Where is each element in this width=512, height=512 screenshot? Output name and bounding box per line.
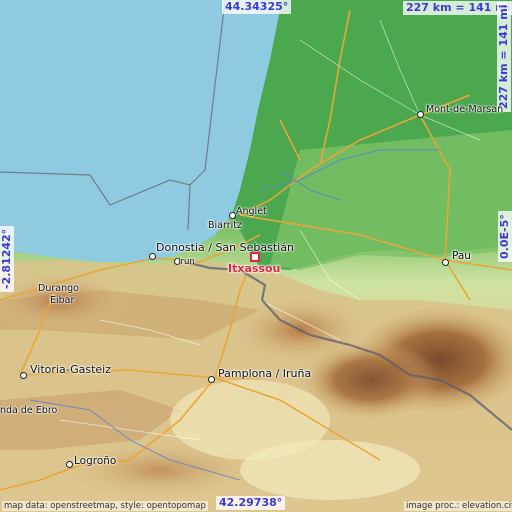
target-location-label: Itxassou: [228, 262, 281, 275]
coord-right-label: 0.0E-5°: [498, 211, 512, 262]
city-label-miranda: nda de Ebro: [0, 405, 58, 416]
target-location-marker[interactable]: [250, 252, 260, 262]
plain-b: [240, 440, 420, 500]
city-label-pamplona: Pamplona / Iruña: [218, 367, 312, 380]
city-label-irun: Irun: [178, 257, 195, 267]
city-marker-logrono: [66, 461, 73, 468]
attribution-map-data: map data: openstreetmap, style: opentopo…: [2, 501, 208, 511]
scale-vertical-label: 227 km = 141 mi: [497, 1, 511, 112]
city-label-donostia: Donostia / San Sebastián: [156, 241, 294, 254]
map-canvas[interactable]: 44.34325° 42.29738° -2.81242° 0.0E-5° 22…: [0, 0, 512, 512]
city-marker-mont-de-marsan: [417, 111, 424, 118]
attribution-image-proc: image proc.: elevation.city: [404, 501, 512, 511]
city-label-eibar: Eibar: [50, 295, 75, 306]
city-label-logrono: Logroño: [74, 455, 117, 467]
city-label-anglet: Anglet: [236, 206, 267, 217]
city-label-mont-de-marsan: Mont-de-Marsan: [426, 104, 504, 115]
scale-horizontal-label: 227 km = 141 mi: [403, 1, 512, 15]
foothill-area: [270, 130, 512, 270]
coord-top-label: 44.34325°: [222, 0, 292, 14]
coord-bottom-label: 42.29738°: [216, 496, 286, 510]
city-label-biarritz: Biarritz: [208, 220, 242, 231]
city-marker-anglet: [229, 212, 236, 219]
coord-left-label: -2.81242°: [0, 225, 14, 292]
city-marker-pamplona: [208, 376, 215, 383]
city-label-pau: Pau: [452, 250, 471, 262]
city-label-durango: Durango: [38, 283, 79, 294]
city-marker-pau: [442, 259, 449, 266]
city-label-vitoria: Vitoria-Gasteiz: [30, 363, 111, 376]
city-marker-donostia: [149, 253, 156, 260]
city-marker-vitoria: [20, 372, 27, 379]
